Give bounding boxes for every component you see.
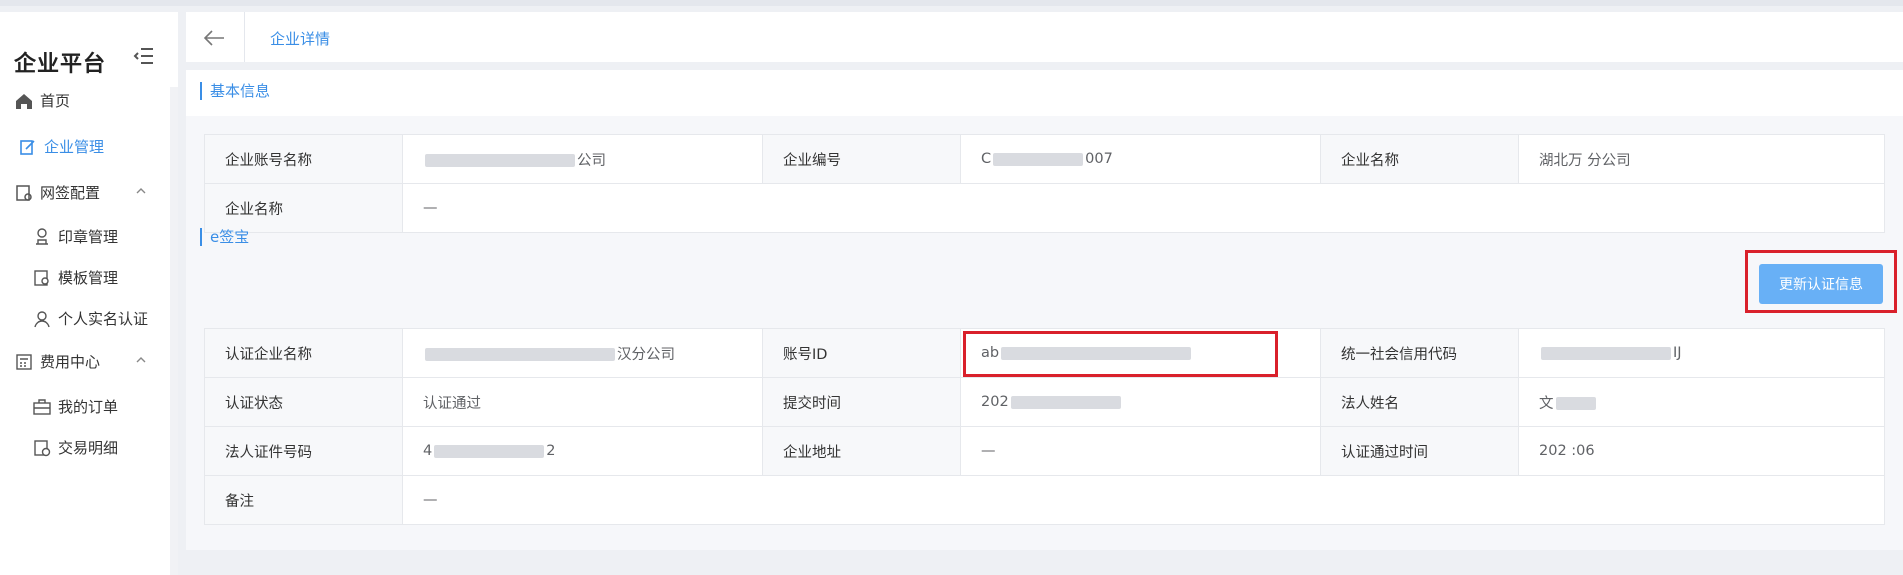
value-text: 2 — [546, 443, 556, 459]
sidebar-item-orders[interactable]: 我的订单 — [32, 396, 118, 417]
sidebar-item-label: 个人实名认证 — [58, 310, 149, 328]
section-esign-title: e签宝 — [200, 226, 249, 247]
user-icon — [32, 309, 52, 329]
redaction — [1541, 346, 1671, 360]
label-pass-time: 认证通过时间 — [1320, 426, 1519, 476]
sidebar-item-home[interactable]: 首页 — [14, 90, 70, 111]
sidebar-item-label: 模板管理 — [58, 269, 119, 287]
sidebar-item-label: 网签配置 — [40, 184, 101, 202]
sidebar-item-billing[interactable]: 费用中心 — [14, 351, 154, 372]
ledger-icon — [32, 438, 52, 458]
label-enterprise-name: 企业名称 — [1320, 134, 1519, 184]
section-marker — [200, 81, 202, 100]
value-cert-status: 认证通过 — [402, 377, 763, 427]
label-account-name: 企业账号名称 — [204, 134, 403, 184]
label-credit-code: 统一社会信用代码 — [1320, 328, 1519, 378]
edit-doc-icon — [18, 137, 38, 157]
sidebar-item-esign-config[interactable]: 网签配置 — [14, 182, 154, 203]
sidebar-item-personal-auth[interactable]: 个人实名认证 — [32, 308, 148, 329]
table-row: 备注 — — [204, 475, 1885, 525]
value-account-name: 公司 — [402, 134, 763, 184]
redaction — [425, 348, 615, 361]
highlight-box-update — [1745, 250, 1897, 313]
value-credit-code: IJ — [1518, 328, 1885, 378]
table-row: 认证状态 认证通过 提交时间 202 法人姓名 文 — [204, 377, 1885, 427]
label-legal-id: 法人证件号码 — [204, 426, 403, 476]
calculator-icon — [14, 352, 34, 372]
value-remark: — — [402, 475, 1885, 525]
chevron-up-icon — [134, 184, 148, 198]
sidebar-item-label: 首页 — [40, 92, 71, 110]
sidebar-item-enterprise[interactable]: 企业管理 — [18, 136, 104, 157]
template-icon — [32, 268, 52, 288]
label-cert-status: 认证状态 — [204, 377, 403, 427]
label-enterprise-no: 企业编号 — [762, 134, 961, 184]
table-row: 企业账号名称 公司 企业编号 C 007 企业名称 湖北万 分公司 — [204, 134, 1885, 184]
sidebar-item-label: 费用中心 — [40, 353, 101, 371]
value-enterprise-name-2: — — [402, 183, 1885, 233]
redaction — [425, 154, 575, 167]
redaction — [434, 444, 545, 458]
value-enterprise-name: 湖北万 分公司 — [1518, 134, 1885, 184]
contract-icon — [14, 183, 34, 203]
sidebar-item-label: 印章管理 — [58, 228, 119, 246]
sidebar-item-seal[interactable]: 印章管理 — [32, 226, 118, 247]
back-arrow-icon[interactable] — [200, 24, 228, 52]
value-legal-id: 42 — [402, 426, 763, 476]
tab-enterprise-detail[interactable]: 企业详情 — [270, 28, 330, 49]
sidebar-item-label: 企业管理 — [44, 138, 105, 156]
brand-title: 企业平台 — [14, 52, 107, 77]
value-text: 202 — [981, 394, 1009, 410]
chevron-up-icon — [134, 353, 148, 367]
value-text: 汉分公司 — [617, 346, 675, 363]
menu-collapse-icon[interactable] — [132, 44, 156, 68]
value-enterprise-no: C 007 — [960, 134, 1321, 184]
briefcase-icon — [32, 397, 52, 417]
highlight-box-account-id — [963, 331, 1278, 377]
section-basic-label: 基本信息 — [210, 82, 271, 100]
sidebar-item-label: 交易明细 — [58, 439, 119, 457]
section-esign-label: e签宝 — [210, 228, 250, 246]
basic-info-table: 企业账号名称 公司 企业编号 C 007 企业名称 湖北万 分公司 企业名称 — — [204, 134, 1885, 233]
label-remark: 备注 — [204, 475, 403, 525]
sidebar-item-label: 我的订单 — [58, 398, 119, 416]
label-submit-time: 提交时间 — [762, 377, 961, 427]
redaction — [1555, 397, 1596, 410]
top-border — [0, 0, 1903, 6]
sidebar-scrollbar[interactable] — [170, 87, 178, 575]
value-pass-time: 202 :06 — [1518, 426, 1885, 476]
main-content: 基本信息 企业账号名称 公司 企业编号 C 007 企业名称 湖北万 分公司 企业… — [186, 70, 1903, 550]
tab-bar: 企业详情 — [186, 12, 1903, 62]
value-text: IJ — [1673, 345, 1682, 361]
value-text: 湖北万 分公司 — [1539, 152, 1631, 169]
value-text: 文 — [1539, 395, 1554, 412]
section-marker — [200, 227, 202, 246]
sidebar-item-transactions[interactable]: 交易明细 — [32, 437, 118, 458]
value-text: 公司 — [577, 152, 606, 169]
home-icon — [14, 91, 34, 111]
value-submit-time: 202 — [960, 377, 1321, 427]
label-address: 企业地址 — [762, 426, 961, 476]
value-text: 007 — [1085, 151, 1113, 167]
table-row: 法人证件号码 42 企业地址 — 认证通过时间 202 :06 — [204, 426, 1885, 476]
seal-icon — [32, 227, 52, 247]
value-address: — — [960, 426, 1321, 476]
sidebar-item-template[interactable]: 模板管理 — [32, 267, 118, 288]
label-legal-name: 法人姓名 — [1320, 377, 1519, 427]
table-row: 企业名称 — — [204, 183, 1885, 233]
sidebar: 企业平台 首页 企业管理 网签配置 印章管理 模板管理 个人实名认证 费用中心 … — [0, 12, 178, 575]
value-legal-name: 文 — [1518, 377, 1885, 427]
label-cert-enterprise-name: 认证企业名称 — [204, 328, 403, 378]
tab-divider — [244, 12, 245, 62]
redaction — [1010, 395, 1121, 409]
label-account-id: 账号ID — [762, 328, 961, 378]
section-basic-title: 基本信息 — [200, 80, 270, 101]
value-cert-enterprise-name: 汉分公司 — [402, 328, 763, 378]
redaction — [993, 152, 1084, 166]
